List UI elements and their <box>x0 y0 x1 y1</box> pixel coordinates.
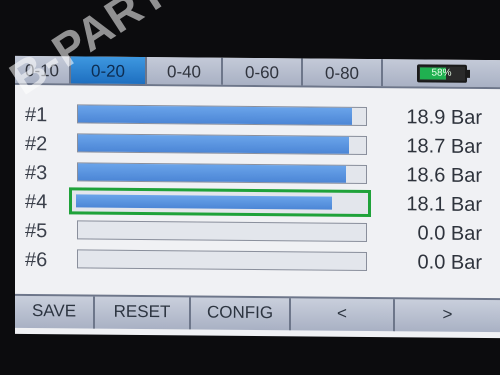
pressure-value: 0.0 Bar <box>417 222 482 245</box>
next-button[interactable]: > <box>395 299 500 332</box>
tab-range-0-40[interactable]: 0-40 <box>147 57 223 85</box>
pressure-bar-fill <box>78 105 352 125</box>
pressure-value: 18.6 Bar <box>406 164 482 187</box>
tab-range-0-10[interactable]: 0-10 <box>15 55 71 84</box>
channel-label: #5 <box>25 219 48 243</box>
save-button[interactable]: SAVE <box>15 295 95 329</box>
pressure-bar <box>77 162 367 184</box>
pressure-bar-fill <box>78 134 349 154</box>
channel-row-2[interactable]: #2 18.7 Bar <box>15 131 500 164</box>
pressure-bar <box>77 104 367 126</box>
prev-button[interactable]: < <box>291 298 395 332</box>
pressure-value: 18.1 Bar <box>406 193 482 216</box>
battery-indicator: 58% <box>383 59 500 87</box>
channel-label: #2 <box>25 132 48 156</box>
tab-range-0-80[interactable]: 0-80 <box>303 58 383 87</box>
channel-label: #6 <box>25 248 48 272</box>
pressure-bar-fill <box>78 163 346 183</box>
pressure-bar <box>77 249 367 271</box>
pressure-value: 18.9 Bar <box>406 106 482 129</box>
channel-row-6[interactable]: #6 0.0 Bar <box>15 247 500 280</box>
channel-label: #1 <box>25 103 48 127</box>
pressure-value: 0.0 Bar <box>417 251 482 274</box>
softkey-bar: SAVE RESET CONFIG < > <box>15 293 500 333</box>
range-tab-bar: 0-10 0-20 0-40 0-60 0-80 58% <box>15 55 500 90</box>
channel-row-5[interactable]: #5 0.0 Bar <box>15 218 500 251</box>
tab-range-0-60[interactable]: 0-60 <box>223 57 303 86</box>
channel-row-1[interactable]: #1 18.9 Bar <box>15 102 500 135</box>
battery-icon: 58% <box>416 63 467 83</box>
channel-list: #1 18.9 Bar #2 18.7 Bar #3 18.6 Bar #4 1… <box>15 102 500 274</box>
channel-label: #4 <box>25 190 48 214</box>
pressure-bar <box>77 133 367 155</box>
config-button[interactable]: CONFIG <box>191 297 291 331</box>
tab-range-0-20[interactable]: 0-20 <box>71 56 147 85</box>
battery-percent: 58% <box>431 67 452 79</box>
pressure-value: 18.7 Bar <box>406 135 482 158</box>
device-screen: 0-10 0-20 0-40 0-60 0-80 58% #1 18.9 Bar… <box>15 55 500 339</box>
pressure-bar <box>77 220 367 242</box>
pressure-bar <box>69 187 371 217</box>
pressure-bar-fill <box>76 194 333 210</box>
reset-button[interactable]: RESET <box>95 296 191 330</box>
channel-row-4[interactable]: #4 18.1 Bar <box>15 187 500 222</box>
channel-label: #3 <box>25 161 48 185</box>
